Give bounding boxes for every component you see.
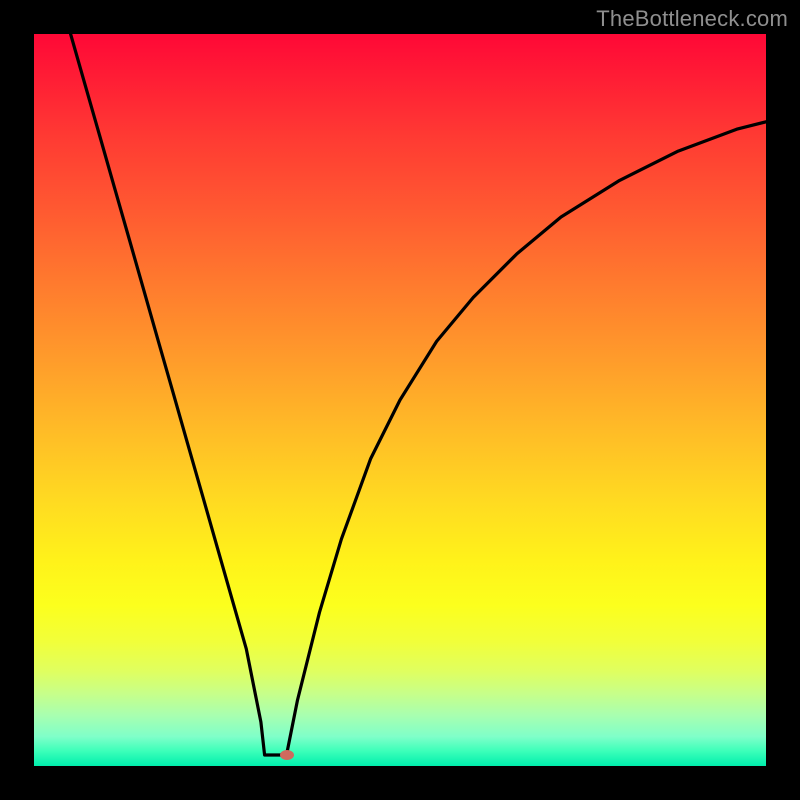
- watermark-label: TheBottleneck.com: [596, 6, 788, 32]
- chart-frame: TheBottleneck.com: [0, 0, 800, 800]
- plot-area: [34, 34, 766, 766]
- minimum-marker-icon: [280, 750, 294, 760]
- bottleneck-curve: [34, 34, 766, 766]
